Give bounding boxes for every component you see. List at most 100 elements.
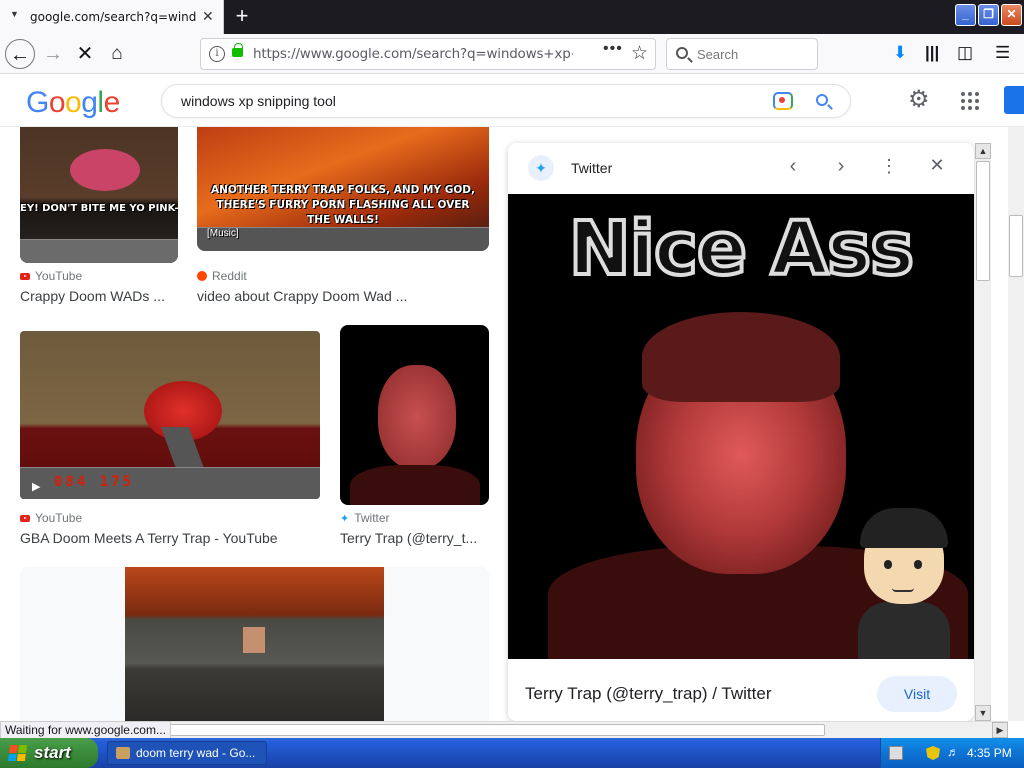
firefox-window-icon	[116, 747, 130, 759]
scroll-right-arrow-icon[interactable]: ▶	[992, 722, 1008, 738]
taskbar-window-button[interactable]: doom terry wad - Go...	[107, 741, 267, 765]
browser-search-input[interactable]: Search	[666, 38, 818, 70]
home-button[interactable]: ⌂	[102, 39, 132, 69]
preview-scrollbar[interactable]: ▲ ▼	[975, 143, 991, 721]
bookmark-star-icon[interactable]: ☆	[631, 42, 648, 65]
back-button[interactable]: ←	[5, 39, 35, 69]
preview-source[interactable]: Twitter	[571, 160, 612, 176]
taskbar-window-label: doom terry wad - Go...	[136, 746, 256, 760]
doom-caption: EY! DON'T BITE ME YO PINK-SKINNED FREAK!	[20, 203, 178, 214]
download-icon[interactable]: ⬇	[893, 43, 907, 63]
doom-wall-image	[243, 627, 265, 653]
page-actions-icon[interactable]: •••	[603, 40, 623, 58]
google-lens-icon[interactable]	[773, 92, 793, 110]
preview-image[interactable]: Nice Ass ▣	[508, 194, 974, 659]
hair-image	[642, 312, 840, 402]
twitter-icon: ✦	[340, 513, 350, 525]
pinky-demon-image	[70, 149, 140, 191]
result-thumbnail[interactable]	[340, 325, 489, 505]
result-title[interactable]: Terry Trap (@terry_t...	[340, 530, 488, 546]
result-source[interactable]: YouTube	[20, 269, 82, 283]
music-badge: [Music]	[207, 228, 239, 239]
result-thumbnail[interactable]: 084 175 ▶	[20, 331, 320, 499]
result-title[interactable]: video about Crappy Doom Wad ...	[197, 288, 427, 304]
doom-hud	[20, 239, 178, 263]
scroll-up-arrow-icon[interactable]: ▲	[975, 143, 991, 159]
google-search-icon[interactable]	[816, 94, 828, 106]
search-icon	[676, 47, 688, 59]
more-options-icon[interactable]: ⋮	[877, 155, 901, 177]
lock-icon[interactable]	[232, 43, 243, 57]
tab-title: google.com/search?q=windows+xp+snipping+…	[30, 10, 196, 24]
preview-scroll-thumb[interactable]	[976, 161, 990, 281]
visit-button[interactable]: Visit	[877, 676, 957, 712]
preview-header: ✦ Twitter ‹ › ⋮ ✕	[508, 143, 974, 194]
next-icon[interactable]: ›	[829, 155, 853, 178]
twitter-icon: ✦	[528, 155, 554, 181]
restore-window-button[interactable]: ❐	[978, 4, 999, 26]
doom-hud	[197, 227, 489, 251]
start-label: start	[34, 743, 71, 762]
previous-icon[interactable]: ‹	[781, 155, 805, 178]
volume-icon[interactable]: ♬	[947, 745, 961, 759]
status-bar-text: Waiting for www.google.com...	[0, 721, 171, 739]
stop-loading-button[interactable]: ✕	[70, 39, 100, 69]
scroll-down-arrow-icon[interactable]: ▼	[975, 705, 991, 721]
taskbar: start doom terry wad - Go... ♬ 4:35 PM	[0, 738, 1024, 768]
start-button[interactable]: start	[0, 738, 98, 768]
clock[interactable]: 4:35 PM	[967, 746, 1012, 760]
keyboard-icon[interactable]	[889, 746, 903, 760]
page-scroll-thumb[interactable]	[1009, 215, 1023, 277]
result-thumbnail[interactable]	[125, 567, 384, 721]
browser-search-placeholder: Search	[697, 47, 739, 62]
tab-list-icon[interactable]: ▼	[10, 9, 19, 19]
menu-icon[interactable]: ☰	[995, 43, 1010, 63]
google-header: Google windows xp snipping tool ⚙	[0, 75, 1024, 127]
result-source[interactable]: ✦ Twitter	[340, 511, 390, 525]
tab-strip: ▼ google.com/search?q=windows+xp+snippin…	[0, 0, 1024, 34]
library-icon[interactable]: |||	[925, 43, 939, 63]
preview-image-caption: Nice Ass	[567, 204, 916, 294]
youtube-icon	[20, 273, 30, 280]
address-url[interactable]: https://www.google.com/search?q=windows+…	[253, 46, 573, 62]
image-results-grid: EY! DON'T BITE ME YO PINK-SKINNED FREAK!…	[0, 127, 500, 721]
play-icon[interactable]: ▶	[32, 480, 40, 493]
close-preview-icon[interactable]: ✕	[925, 155, 949, 176]
new-tab-button[interactable]: +	[230, 3, 254, 29]
page-vertical-scrollbar[interactable]	[1008, 127, 1024, 721]
doom-caption: ANOTHER TERRY TRAP FOLKS, AND MY GOD, TH…	[211, 184, 475, 226]
horizontal-scroll-thumb[interactable]	[155, 724, 825, 736]
google-search-query[interactable]: windows xp snipping tool	[181, 93, 336, 109]
result-source[interactable]: Reddit	[197, 269, 247, 283]
google-apps-icon[interactable]	[961, 92, 979, 110]
settings-gear-icon[interactable]: ⚙	[908, 88, 930, 112]
preview-title[interactable]: Terry Trap (@terry_trap) / Twitter	[525, 684, 772, 704]
system-tray: ♬ 4:35 PM	[880, 738, 1024, 768]
result-source[interactable]: YouTube	[20, 511, 82, 525]
windows-logo-icon	[7, 745, 28, 761]
address-bar[interactable]: i https://www.google.com/search?q=window…	[200, 38, 656, 70]
result-title[interactable]: GBA Doom Meets A Terry Trap - YouTube	[20, 530, 310, 546]
google-logo[interactable]: Google	[26, 86, 120, 120]
security-shield-icon[interactable]	[926, 746, 940, 760]
face-image	[378, 365, 456, 469]
result-title[interactable]: Crappy Doom WADs ...	[20, 288, 175, 304]
sidebar-icon[interactable]: ◫	[957, 43, 973, 63]
site-info-icon[interactable]: i	[209, 46, 225, 62]
forward-button[interactable]: →	[38, 39, 68, 69]
youtube-icon	[20, 515, 30, 522]
google-search-box[interactable]: windows xp snipping tool	[161, 84, 851, 118]
tab-close-icon[interactable]: ✕	[202, 8, 214, 25]
reddit-icon	[197, 271, 207, 281]
image-preview-panel: ✦ Twitter ‹ › ⋮ ✕ Nice Ass ▣ Terry Trap …	[508, 143, 974, 721]
result-thumbnail[interactable]: ANOTHER TERRY TRAP FOLKS, AND MY GOD, TH…	[197, 127, 489, 251]
mii-avatar-image	[854, 504, 954, 659]
close-window-button[interactable]: ✕	[1001, 4, 1022, 26]
doom-hud: 084 175	[20, 467, 320, 499]
minimize-window-button[interactable]: _	[955, 4, 976, 26]
result-thumbnail[interactable]: EY! DON'T BITE ME YO PINK-SKINNED FREAK!	[20, 127, 178, 263]
result-card[interactable]	[20, 567, 489, 721]
account-avatar[interactable]	[1001, 83, 1024, 117]
shirt-image	[350, 465, 480, 505]
tab-active[interactable]: ▼ google.com/search?q=windows+xp+snippin…	[0, 0, 224, 34]
